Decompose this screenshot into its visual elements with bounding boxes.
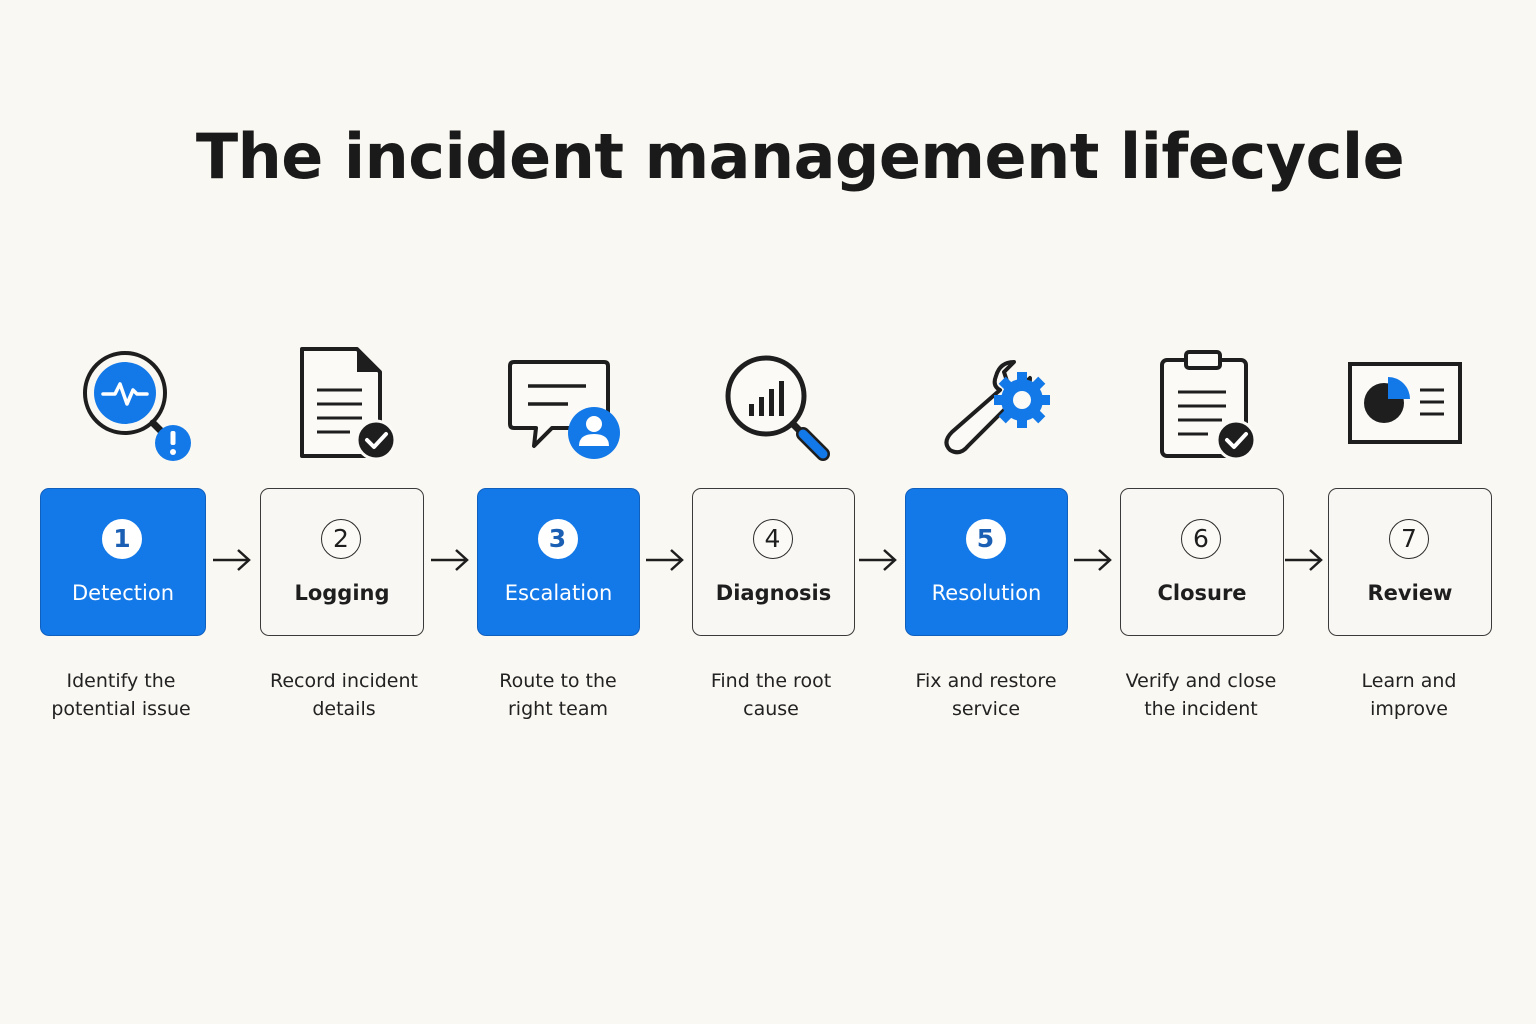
wrench-gear-icon	[908, 340, 1068, 470]
step-diagnosis: 4 Diagnosis	[692, 488, 855, 636]
step-resolution: 5 Resolution	[905, 488, 1068, 636]
description-line: details	[312, 698, 376, 720]
step-label: Resolution	[931, 581, 1042, 605]
arrow-right-icon	[856, 545, 900, 575]
document-check-icon	[262, 340, 422, 470]
step-label: Detection	[71, 581, 175, 605]
step-label: Diagnosis	[715, 581, 832, 605]
step-number: 7	[1389, 519, 1429, 559]
step-escalation: 3 Escalation	[477, 488, 640, 636]
step-label: Logging	[294, 581, 390, 605]
step-number: 2	[321, 519, 361, 559]
page-title: The incident management lifecycle	[195, 120, 1405, 193]
step-review: 7 Review	[1328, 488, 1492, 636]
step-description: Fix and restore service	[881, 667, 1091, 723]
step-label: Closure	[1157, 581, 1247, 605]
arrow-right-icon	[643, 545, 687, 575]
step-description: Record incident details	[239, 667, 449, 723]
step-number: 4	[752, 519, 793, 559]
arrow-right-icon	[210, 545, 254, 575]
presentation-chart-icon	[1328, 340, 1488, 470]
magnifier-heartbeat-alert-icon	[45, 340, 205, 470]
description-line: Learn and	[1361, 670, 1457, 692]
step-detection: 1 Detection	[40, 488, 206, 636]
step-number: 6	[1181, 519, 1221, 559]
arrow-right-icon	[1071, 545, 1115, 575]
step-number: 1	[102, 519, 142, 559]
description-line: Route to the	[499, 670, 617, 692]
step-label: Review	[1367, 581, 1453, 605]
description-line: Record incident	[270, 670, 418, 692]
step-number: 3	[537, 519, 578, 559]
step-description: Identify the potential issue	[16, 667, 226, 723]
description-line: Find the root	[710, 670, 832, 692]
step-number: 5	[965, 519, 1006, 559]
step-label: Escalation	[504, 581, 613, 605]
description-line: potential issue	[51, 698, 191, 720]
step-description: Route to the right team	[453, 667, 663, 723]
description-line: right team	[508, 698, 608, 720]
step-description: Find the root cause	[666, 667, 876, 723]
chat-user-icon	[478, 340, 638, 470]
step-closure: 6 Closure	[1120, 488, 1284, 636]
description-line: Fix and restore	[915, 670, 1057, 692]
description-line: Verify and close	[1125, 670, 1277, 692]
description-line: service	[951, 698, 1021, 720]
step-logging: 2 Logging	[260, 488, 424, 636]
description-line: Identify the	[66, 670, 176, 692]
clipboard-check-icon	[1122, 340, 1282, 470]
magnifier-chart-icon	[693, 340, 853, 470]
step-description: Verify and close the incident	[1096, 667, 1306, 723]
description-line: the incident	[1144, 698, 1258, 720]
lifecycle-diagram: The incident management lifecycle 1 Dete…	[0, 0, 1536, 1024]
arrow-right-icon	[1282, 545, 1326, 575]
step-description: Learn and improve	[1304, 667, 1514, 723]
description-line: improve	[1370, 698, 1448, 720]
arrow-right-icon	[428, 545, 472, 575]
description-line: cause	[743, 698, 799, 720]
